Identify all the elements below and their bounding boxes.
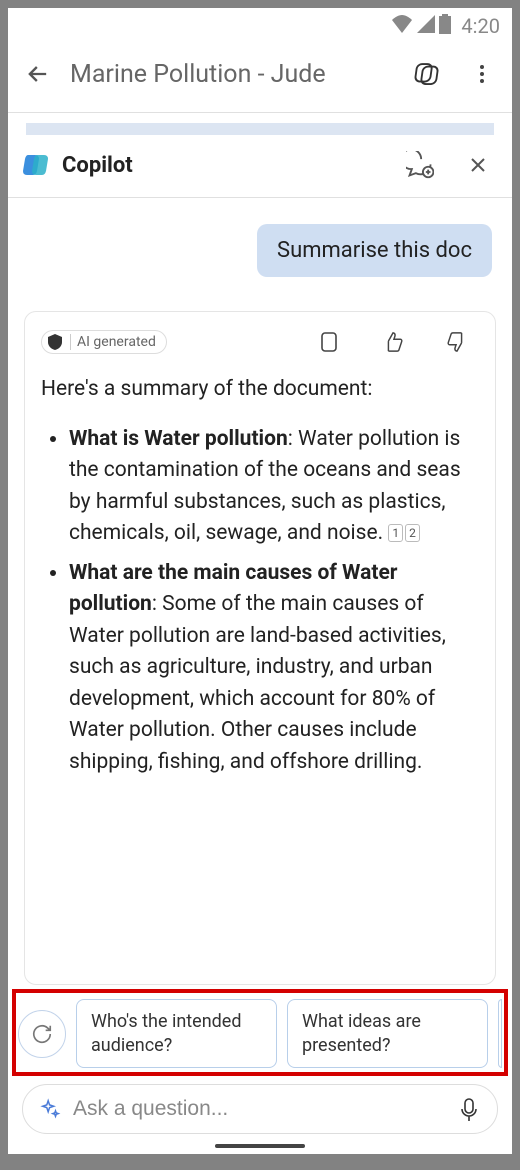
ai-badge-label: AI generated [77, 334, 156, 350]
home-indicator[interactable] [215, 1144, 305, 1148]
summary-content: Here's a summary of the document: What i… [41, 374, 479, 786]
citation-badge[interactable]: 2 [405, 524, 420, 542]
summary-intro: Here's a summary of the document: [41, 374, 479, 406]
status-time: 4:20 [461, 14, 500, 38]
summary-item: What are the main causes of Water pollut… [69, 558, 479, 779]
sparkle-icon [39, 1098, 61, 1120]
suggestion-chip[interactable] [498, 999, 502, 1068]
ai-response-card: AI generated Here's a summary of the doc… [24, 311, 496, 985]
signal-icon [417, 14, 435, 38]
ai-generated-badge[interactable]: AI generated [41, 330, 167, 354]
chat-area: Summarise this doc AI generated [8, 198, 512, 985]
copilot-title: Copilot [62, 153, 394, 178]
status-bar: 4:20 [8, 8, 512, 40]
chat-input-container [22, 1084, 498, 1134]
new-chat-icon[interactable] [404, 149, 436, 181]
summary-item: What is Water pollution: Water pollution… [69, 424, 479, 550]
more-menu-icon[interactable] [464, 56, 500, 92]
wifi-icon [391, 14, 413, 38]
back-button[interactable] [24, 60, 52, 88]
refresh-suggestions-button[interactable] [18, 1010, 66, 1058]
divider [8, 112, 512, 113]
microphone-icon[interactable] [459, 1098, 481, 1120]
suggestion-chip[interactable]: Who's the intended audience? [76, 999, 277, 1068]
user-message: Summarise this doc [257, 224, 492, 277]
document-peek [26, 123, 494, 135]
copilot-header-icon[interactable] [410, 56, 446, 92]
citation-badge[interactable]: 1 [388, 524, 403, 542]
suggestion-chip[interactable]: What ideas are presented? [287, 999, 488, 1068]
app-header: Marine Pollution - Jude [8, 40, 512, 112]
suggestions-row: Who's the intended audience? What ideas … [16, 995, 504, 1072]
shield-icon [48, 334, 64, 350]
copy-icon[interactable] [317, 330, 341, 354]
thumbs-down-icon[interactable] [445, 330, 469, 354]
close-icon[interactable] [462, 149, 494, 181]
thumbs-up-icon[interactable] [381, 330, 405, 354]
copilot-panel-header: Copilot [8, 135, 512, 197]
battery-icon [439, 14, 451, 39]
chat-input[interactable] [73, 1097, 447, 1121]
document-title: Marine Pollution - Jude [70, 60, 392, 89]
copilot-logo-icon [20, 149, 52, 181]
